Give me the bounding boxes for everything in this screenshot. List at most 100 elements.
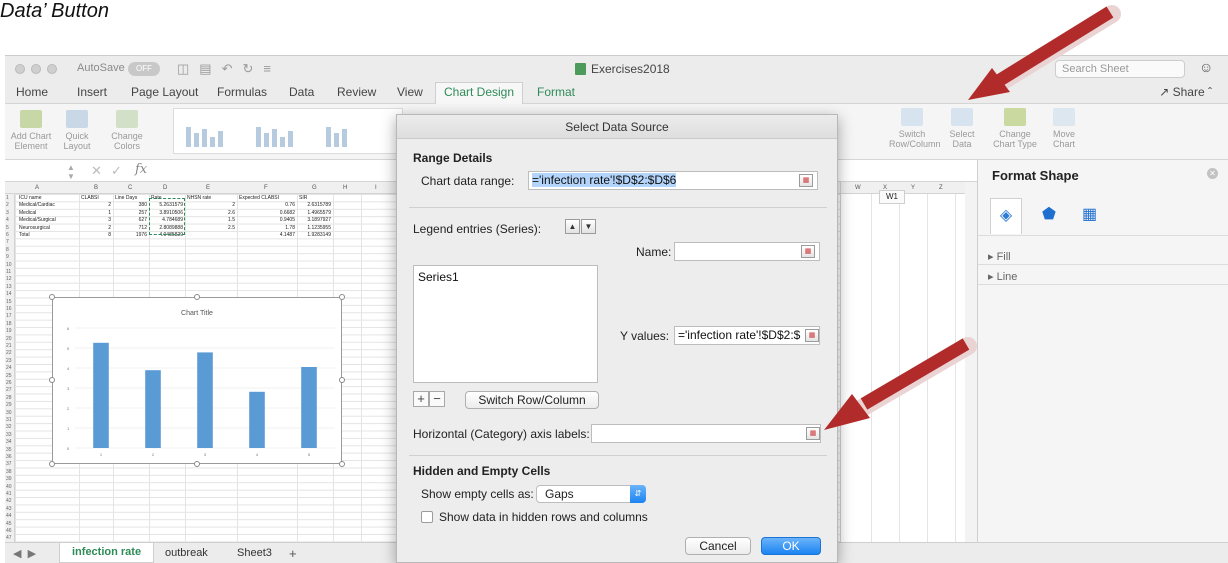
tab-insert[interactable]: Insert	[77, 85, 107, 99]
redo-icon[interactable]: ↻	[243, 61, 254, 77]
move-series-up-icon[interactable]: ▲	[565, 219, 580, 234]
row-number[interactable]: 34	[6, 439, 12, 445]
row-number[interactable]: 36	[6, 454, 12, 460]
chart-bar[interactable]	[145, 370, 161, 448]
table-cell[interactable]: 1976	[115, 232, 147, 238]
row-number[interactable]: 37	[6, 461, 12, 467]
sidebar-icon[interactable]: ◫	[177, 61, 189, 77]
row-number[interactable]: 4	[6, 217, 9, 223]
series-list[interactable]: Series1	[413, 265, 598, 383]
table-cell[interactable]: 2	[81, 225, 111, 231]
y-values-field[interactable]: ='infection rate'!$D$2:$	[674, 326, 820, 345]
tab-page-layout[interactable]: Page Layout	[131, 85, 198, 99]
table-cell[interactable]: 1.4965579	[299, 210, 331, 216]
autosave-toggle[interactable]: OFF	[128, 62, 160, 76]
header-sir[interactable]: SIR	[299, 195, 307, 201]
header-expected-clabsi[interactable]: Expected CLABSI	[239, 195, 279, 201]
collapse-y-values-icon[interactable]: ▦	[805, 329, 819, 342]
header-line-days[interactable]: Line Days	[115, 195, 137, 201]
row-number[interactable]: 30	[6, 410, 12, 416]
row-number[interactable]: 10	[6, 262, 12, 268]
line-section[interactable]: ▸ Line	[988, 270, 1017, 283]
undo-icon[interactable]: ↶	[222, 61, 233, 77]
fill-section[interactable]: ▸ Fill	[988, 250, 1011, 263]
chart-styles-gallery[interactable]	[173, 108, 403, 154]
table-cell[interactable]: 1	[81, 210, 111, 216]
table-cell[interactable]: 0.9405	[239, 217, 295, 223]
row-number[interactable]: 1	[6, 195, 9, 201]
chart-data-range-field[interactable]: ='infection rate'!$D$2:$D$6	[528, 171, 818, 190]
row-number[interactable]: 44	[6, 513, 12, 519]
row-number[interactable]: 24	[6, 365, 12, 371]
table-cell[interactable]: 1.9283149	[299, 232, 331, 238]
tab-view[interactable]: View	[397, 85, 423, 99]
header-nhsn-rate[interactable]: NHSN rate	[187, 195, 211, 201]
table-cell[interactable]: Medical/Cardiac	[19, 202, 79, 208]
show-empty-select[interactable]: Gaps ⇵	[536, 485, 646, 503]
table-cell[interactable]: 2.6	[187, 210, 235, 216]
minimize-window-button[interactable]	[31, 64, 41, 74]
chart-bar[interactable]	[93, 342, 109, 448]
row-number[interactable]: 23	[6, 358, 12, 364]
tab-format[interactable]: Format	[537, 85, 575, 99]
row-number[interactable]: 15	[6, 299, 12, 305]
header-icu-name[interactable]: ICU name	[19, 195, 42, 201]
sheet-tab-outbreak[interactable]: outbreak	[165, 547, 208, 559]
table-cell[interactable]: Total	[19, 232, 79, 238]
row-number[interactable]: 47	[6, 535, 12, 541]
row-number[interactable]: 11	[6, 269, 11, 275]
close-pane-icon[interactable]: ✕	[1207, 168, 1218, 179]
header-clabsi[interactable]: CLABSI	[81, 195, 99, 201]
row-number[interactable]: 19	[6, 328, 12, 334]
row-number[interactable]: 26	[6, 380, 12, 386]
row-number[interactable]: 20	[6, 336, 12, 342]
row-number[interactable]: 42	[6, 498, 12, 504]
table-cell[interactable]: 712	[115, 225, 147, 231]
row-number[interactable]: 27	[6, 387, 12, 393]
collapse-name-icon[interactable]: ▦	[801, 245, 815, 258]
chart-bar[interactable]	[197, 352, 213, 448]
chart-bar[interactable]	[249, 391, 265, 448]
add-sheet-icon[interactable]: +	[289, 546, 297, 561]
close-window-button[interactable]	[15, 64, 25, 74]
sheet-tab-infection-rate[interactable]: infection rate	[59, 543, 155, 563]
chart-bar[interactable]	[301, 367, 317, 448]
table-cell[interactable]: 380	[115, 202, 147, 208]
row-number[interactable]: 28	[6, 395, 12, 401]
row-number[interactable]: 38	[6, 469, 12, 475]
tab-home[interactable]: Home	[16, 85, 48, 99]
size-properties-icon[interactable]: ▦	[1082, 204, 1097, 224]
row-number[interactable]: 32	[6, 424, 12, 430]
change-colors-button[interactable]: Change Colors	[107, 110, 147, 151]
table-cell[interactable]: 2	[81, 202, 111, 208]
row-number[interactable]: 29	[6, 402, 12, 408]
table-cell[interactable]: 4.1487	[239, 232, 295, 238]
row-number[interactable]: 35	[6, 447, 12, 453]
customize-toolbar-icon[interactable]: ≡	[263, 61, 271, 77]
table-cell[interactable]: 1.78	[239, 225, 295, 231]
table-cell[interactable]: 2	[187, 202, 235, 208]
embedded-chart[interactable]: Chart Title 012345612345	[49, 294, 345, 467]
collapse-category-icon[interactable]: ▦	[806, 427, 820, 440]
add-chart-element-button[interactable]: Add Chart Element	[9, 110, 53, 151]
row-number[interactable]: 14	[6, 291, 12, 297]
row-number[interactable]: 9	[6, 254, 9, 260]
chart-style-2[interactable]	[254, 115, 294, 147]
table-cell[interactable]: 0.6682	[239, 210, 295, 216]
table-cell[interactable]: 627	[115, 217, 147, 223]
row-number[interactable]: 33	[6, 432, 12, 438]
function-icon[interactable]: fx	[135, 162, 147, 177]
category-axis-field[interactable]	[591, 424, 821, 443]
table-cell[interactable]: 1.1235955	[299, 225, 331, 231]
tab-formulas[interactable]: Formulas	[217, 85, 267, 99]
cancel-edit-icon[interactable]: ✕	[91, 163, 102, 179]
name-box-stepper-icon[interactable]: ▲ ▼	[67, 163, 75, 181]
switch-row-column-button[interactable]: Switch Row/Column	[889, 108, 941, 149]
table-cell[interactable]: 2.5	[187, 225, 235, 231]
row-number[interactable]: 43	[6, 506, 12, 512]
remove-series-button[interactable]: −	[429, 391, 445, 407]
row-number[interactable]: 18	[6, 321, 12, 327]
share-button[interactable]: ↗ Share ˆ	[1159, 85, 1212, 99]
move-chart-button[interactable]: Move Chart	[1047, 108, 1081, 149]
switch-row-column-dialog-button[interactable]: Switch Row/Column	[465, 391, 599, 409]
